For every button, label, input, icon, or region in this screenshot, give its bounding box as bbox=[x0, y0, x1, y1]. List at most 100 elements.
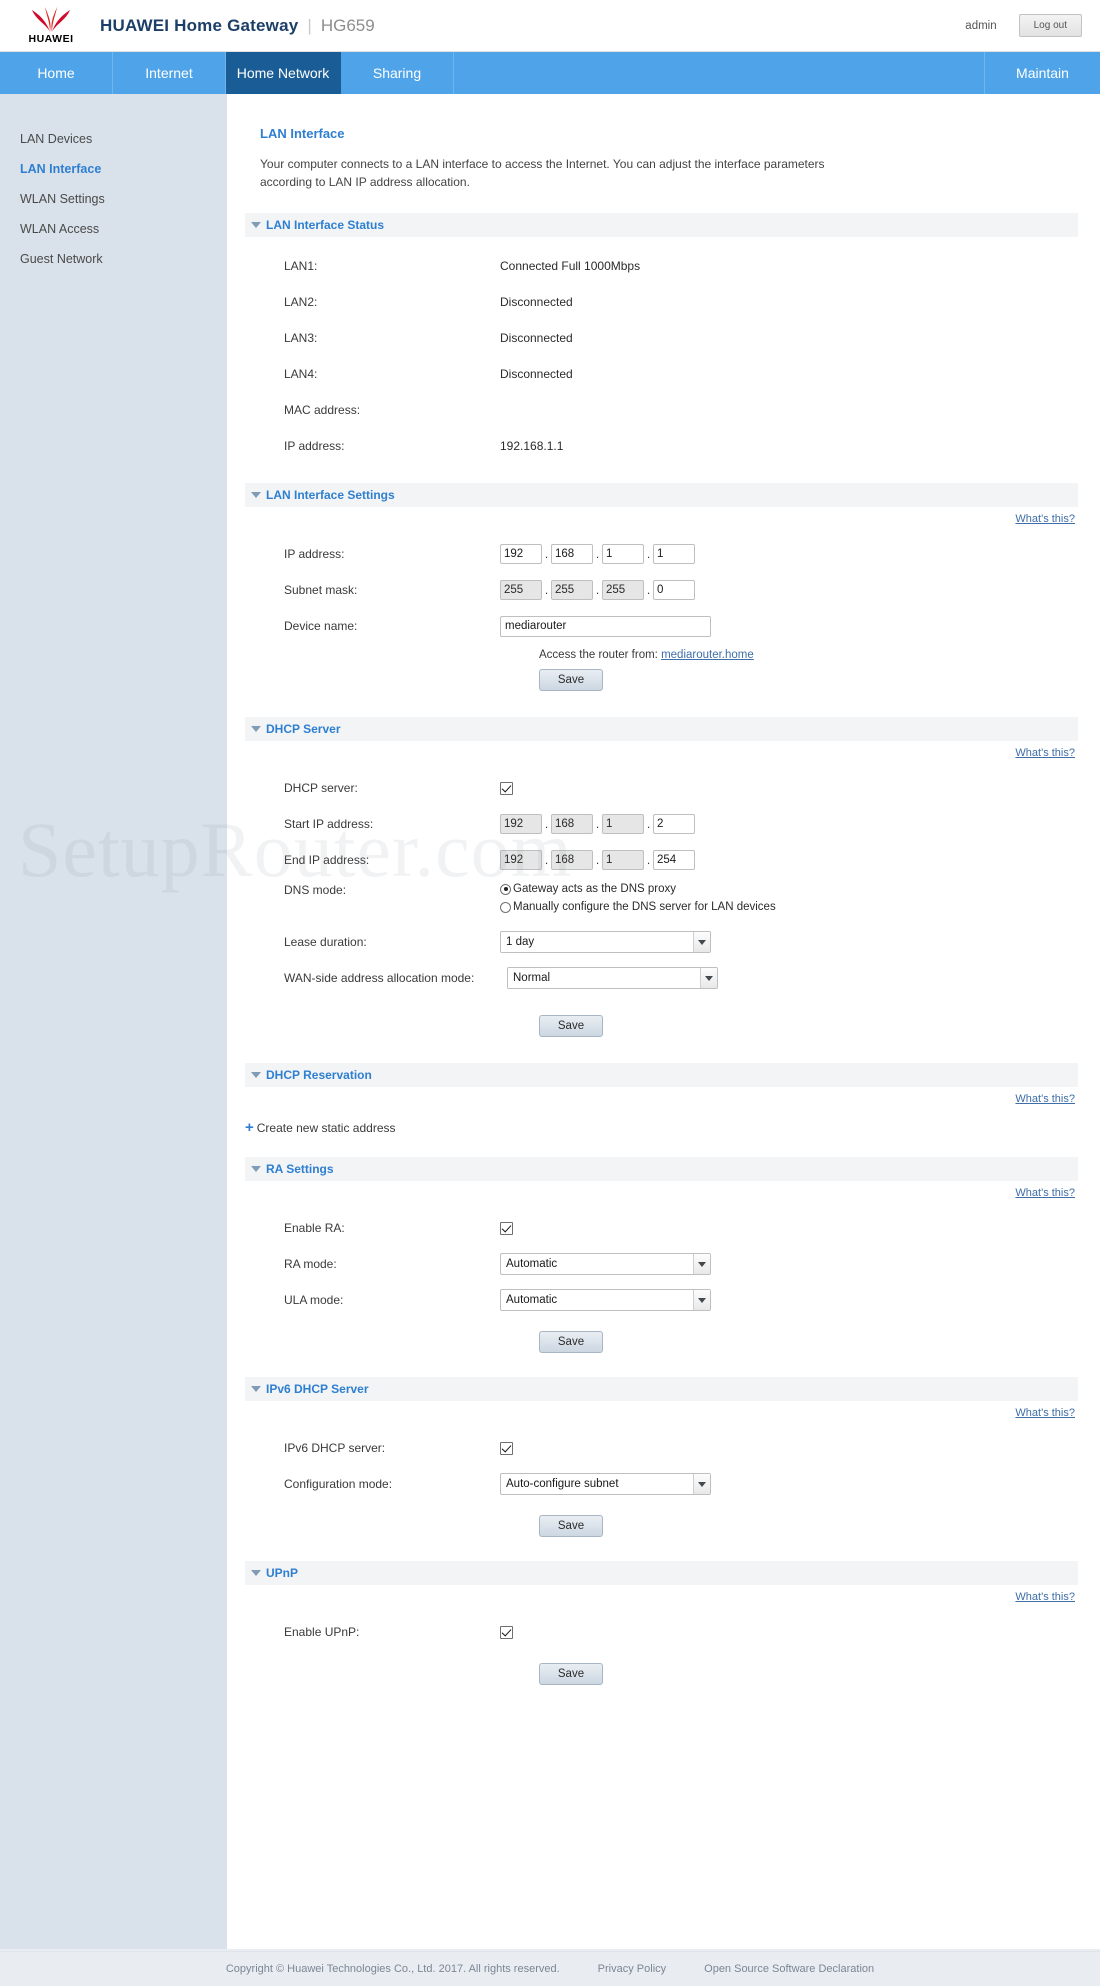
collapse-caret-icon[interactable] bbox=[251, 1570, 261, 1576]
device-name-input[interactable] bbox=[500, 615, 711, 637]
section-upnp[interactable]: UPnP bbox=[245, 1561, 1078, 1585]
chevron-down-icon[interactable] bbox=[693, 1474, 710, 1494]
subnet-mask-octet-4[interactable] bbox=[653, 580, 695, 600]
save-button[interactable]: Save bbox=[539, 1515, 603, 1537]
dns-proxy-radio[interactable] bbox=[500, 883, 511, 895]
subnet-mask-octet-2[interactable] bbox=[551, 580, 593, 600]
lan-ip-octet-2[interactable] bbox=[551, 544, 593, 564]
ip-dot: . bbox=[544, 547, 549, 561]
sidebar-item-wlan-access[interactable]: WLAN Access bbox=[0, 214, 227, 244]
dhcp-start-octet-1[interactable] bbox=[500, 814, 542, 834]
collapse-caret-icon[interactable] bbox=[251, 492, 261, 498]
ipv6-dhcp-checkbox[interactable] bbox=[500, 1441, 513, 1455]
dhcp-server-checkbox[interactable] bbox=[500, 781, 513, 795]
dns-mode-option-manual[interactable]: Manually configure the DNS server for LA… bbox=[500, 901, 776, 913]
dhcp-end-octet-3[interactable] bbox=[602, 850, 644, 870]
section-dhcp-reservation[interactable]: DHCP Reservation bbox=[245, 1063, 1078, 1087]
enable-upnp-checkbox[interactable] bbox=[500, 1625, 513, 1639]
subnet-mask-octet-1[interactable] bbox=[500, 580, 542, 600]
dns-mode-label: DNS mode: bbox=[284, 883, 347, 897]
section-lan-interface-status[interactable]: LAN Interface Status bbox=[245, 213, 1078, 237]
dhcp-end-octet-2[interactable] bbox=[551, 850, 593, 870]
section-title: IPv6 DHCP Server bbox=[266, 1382, 369, 1396]
open-source-declaration-link[interactable]: Open Source Software Declaration bbox=[704, 1963, 874, 1975]
enable-ra-checkbox[interactable] bbox=[500, 1221, 513, 1235]
section-ipv6-dhcp-server[interactable]: IPv6 DHCP Server bbox=[245, 1377, 1078, 1401]
lan-ip-octet-4[interactable] bbox=[653, 544, 695, 564]
save-button[interactable]: Save bbox=[539, 1663, 603, 1685]
nav-item-internet[interactable]: Internet bbox=[113, 52, 226, 94]
logout-button[interactable]: Log out bbox=[1018, 14, 1082, 37]
dhcp-start-octet-3[interactable] bbox=[602, 814, 644, 834]
lease-duration-value: 1 day bbox=[506, 936, 535, 948]
dhcp-end-octet-4[interactable] bbox=[653, 850, 695, 870]
whats-this-link[interactable]: What's this? bbox=[245, 1407, 1078, 1419]
lease-duration-select[interactable]: 1 day bbox=[500, 931, 711, 953]
ra-mode-value: Automatic bbox=[506, 1258, 558, 1270]
sidebar-item-wlan-settings[interactable]: WLAN Settings bbox=[0, 184, 227, 214]
sidebar-item-lan-interface[interactable]: LAN Interface bbox=[0, 154, 227, 184]
save-button[interactable]: Save bbox=[539, 1331, 603, 1353]
collapse-caret-icon[interactable] bbox=[251, 1386, 261, 1392]
privacy-policy-link[interactable]: Privacy Policy bbox=[598, 1963, 666, 1975]
wan-alloc-mode-row: WAN-side address allocation mode: Normal bbox=[245, 965, 1078, 991]
whats-this-link[interactable]: What's this? bbox=[245, 1187, 1078, 1199]
section-ra-settings[interactable]: RA Settings bbox=[245, 1157, 1078, 1181]
whats-this-link[interactable]: What's this? bbox=[245, 1093, 1078, 1105]
dhcp-start-ip-group[interactable]: . . . bbox=[500, 814, 695, 834]
sidebar: LAN Devices LAN Interface WLAN Settings … bbox=[0, 94, 227, 1949]
lan-ip-octet-3[interactable] bbox=[602, 544, 644, 564]
collapse-caret-icon[interactable] bbox=[251, 222, 261, 228]
status-row: MAC address: bbox=[245, 397, 1078, 423]
dhcp-start-octet-4[interactable] bbox=[653, 814, 695, 834]
dhcp-save-wrap: Save bbox=[539, 1015, 1078, 1037]
dns-mode-option-proxy[interactable]: Gateway acts as the DNS proxy bbox=[500, 883, 776, 895]
ip-dot: . bbox=[646, 853, 651, 867]
whats-this-link[interactable]: What's this? bbox=[245, 1591, 1078, 1603]
upnp-save-wrap: Save bbox=[539, 1663, 1078, 1685]
ipv6-config-mode-select[interactable]: Auto-configure subnet bbox=[500, 1473, 711, 1495]
create-static-address-button[interactable]: + Create new static address bbox=[245, 1119, 1078, 1136]
nav-item-home[interactable]: Home bbox=[0, 52, 113, 94]
device-name-label: Device name: bbox=[284, 619, 358, 633]
nav-spacer bbox=[454, 52, 985, 94]
dhcp-start-octet-2[interactable] bbox=[551, 814, 593, 834]
lan-ip-octet-1[interactable] bbox=[500, 544, 542, 564]
ip-dot: . bbox=[595, 817, 600, 831]
whats-this-link[interactable]: What's this? bbox=[245, 747, 1078, 759]
status-row-label: LAN1: bbox=[284, 259, 318, 273]
nav-item-home-network[interactable]: Home Network bbox=[226, 52, 341, 94]
wan-alloc-mode-select[interactable]: Normal bbox=[507, 967, 718, 989]
dns-manual-radio[interactable] bbox=[500, 901, 511, 913]
collapse-caret-icon[interactable] bbox=[251, 1072, 261, 1078]
nav-item-maintain[interactable]: Maintain bbox=[985, 52, 1100, 94]
nav-item-sharing[interactable]: Sharing bbox=[341, 52, 454, 94]
dhcp-end-ip-group[interactable]: . . . bbox=[500, 850, 695, 870]
save-button[interactable]: Save bbox=[539, 1015, 603, 1037]
subnet-mask-input-group[interactable]: . . . bbox=[500, 580, 695, 600]
status-row: LAN2: Disconnected bbox=[245, 289, 1078, 315]
collapse-caret-icon[interactable] bbox=[251, 726, 261, 732]
chevron-down-icon[interactable] bbox=[693, 932, 710, 952]
ula-mode-select[interactable]: Automatic bbox=[500, 1289, 711, 1311]
lan-ip-label: IP address: bbox=[284, 547, 345, 561]
plus-icon: + bbox=[245, 1119, 254, 1136]
wan-alloc-mode-label: WAN-side address allocation mode: bbox=[284, 971, 475, 985]
dhcp-end-octet-1[interactable] bbox=[500, 850, 542, 870]
section-lan-interface-settings[interactable]: LAN Interface Settings bbox=[245, 483, 1078, 507]
access-router-prefix: Access the router from: bbox=[539, 649, 658, 661]
collapse-caret-icon[interactable] bbox=[251, 1166, 261, 1172]
section-dhcp-server[interactable]: DHCP Server bbox=[245, 717, 1078, 741]
chevron-down-icon[interactable] bbox=[693, 1290, 710, 1310]
wan-alloc-mode-value: Normal bbox=[513, 972, 551, 984]
sidebar-item-lan-devices[interactable]: LAN Devices bbox=[0, 124, 227, 154]
sidebar-item-guest-network[interactable]: Guest Network bbox=[0, 244, 227, 274]
chevron-down-icon[interactable] bbox=[700, 968, 717, 988]
save-button[interactable]: Save bbox=[539, 669, 603, 691]
subnet-mask-octet-3[interactable] bbox=[602, 580, 644, 600]
whats-this-link[interactable]: What's this? bbox=[245, 513, 1078, 525]
ra-mode-select[interactable]: Automatic bbox=[500, 1253, 711, 1275]
lan-ip-input-group[interactable]: . . . bbox=[500, 544, 695, 564]
access-router-link[interactable]: mediarouter.home bbox=[661, 649, 754, 661]
chevron-down-icon[interactable] bbox=[693, 1254, 710, 1274]
